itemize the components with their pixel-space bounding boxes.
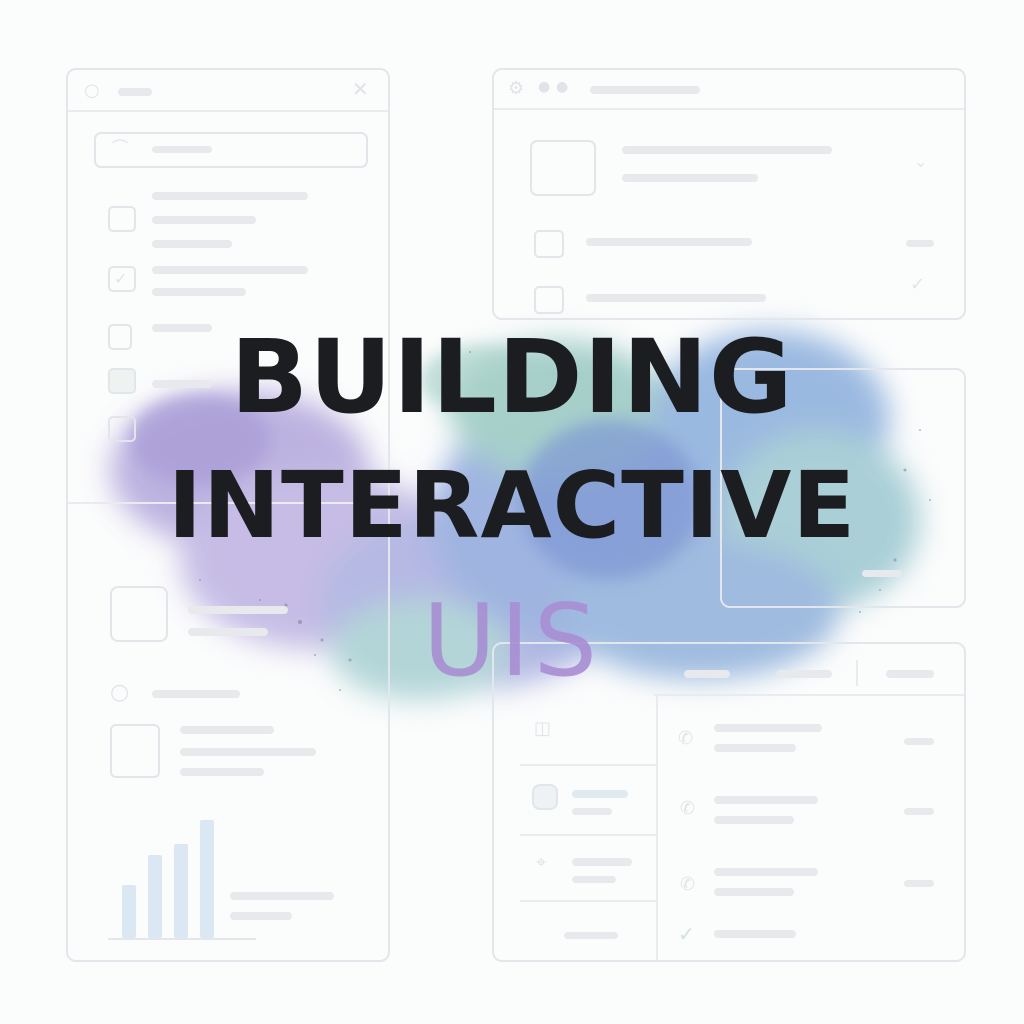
- list-item: [152, 192, 308, 200]
- phone-icon[interactable]: ✆: [680, 876, 695, 894]
- chart-bar: [174, 844, 188, 938]
- check-icon: ✓: [114, 269, 128, 288]
- list-item: [152, 216, 256, 224]
- list-item: [586, 238, 752, 246]
- gear-icon[interactable]: ⚙: [508, 80, 524, 98]
- dot-icon: ●: [556, 79, 569, 95]
- chart-bar: [200, 820, 214, 938]
- list-item: [572, 876, 616, 883]
- close-icon[interactable]: ✕: [352, 79, 369, 99]
- avatar-icon: [532, 784, 558, 810]
- bar-chart: [108, 810, 268, 940]
- list-item: [152, 288, 246, 296]
- title-line-1: BUILDING: [230, 318, 794, 437]
- title-line-3: UIS: [422, 582, 602, 699]
- phone-icon[interactable]: ✆: [680, 800, 695, 818]
- divider: [520, 834, 656, 836]
- checkbox-icon[interactable]: ✓: [108, 266, 136, 292]
- list-item: [622, 146, 832, 154]
- list-item: [714, 796, 818, 804]
- chart-bar: [148, 855, 162, 938]
- list-item: [904, 880, 934, 887]
- chart-bar: [122, 885, 136, 938]
- list-item: [862, 570, 902, 577]
- checkbox-icon[interactable]: [534, 286, 564, 314]
- edit-icon[interactable]: ◫: [534, 720, 551, 738]
- check-icon: ✓: [678, 922, 695, 946]
- list-item: [714, 888, 794, 896]
- divider: [656, 694, 658, 960]
- list-item: [180, 726, 274, 734]
- list-item: [714, 930, 796, 938]
- title-line-2: INTERACTIVE: [167, 452, 857, 559]
- chevron-down-icon[interactable]: ⌄: [914, 154, 927, 170]
- list-item: [714, 868, 818, 876]
- divider: [520, 764, 656, 766]
- list-item: [152, 266, 308, 274]
- search-placeholder: [152, 146, 212, 153]
- list-item: [586, 294, 766, 302]
- map-pin-icon: ⌖: [536, 852, 547, 873]
- window-title-bar: [118, 88, 152, 96]
- chart-legend-line: [230, 912, 292, 920]
- list-item: [572, 808, 612, 815]
- list-item: [714, 744, 796, 752]
- list-item: [572, 790, 628, 798]
- dot-icon: ●: [538, 79, 551, 95]
- search-icon: ⌒: [112, 138, 129, 157]
- list-item: [572, 858, 632, 866]
- list-item: [904, 738, 934, 745]
- divider: [520, 900, 656, 902]
- divider: [494, 108, 964, 110]
- list-item: [714, 724, 822, 732]
- divider: [68, 110, 388, 112]
- list-item: [180, 768, 264, 776]
- search-input[interactable]: ⌒: [94, 132, 368, 168]
- chart-baseline: [108, 938, 256, 940]
- list-item: [564, 932, 618, 939]
- list-item: [180, 748, 316, 756]
- checkbox-icon[interactable]: [534, 230, 564, 258]
- list-item: [714, 816, 794, 824]
- right-top-window: ⚙ ● ● ⌄ ✓: [492, 68, 966, 320]
- circle-icon[interactable]: ○: [84, 82, 100, 100]
- phone-icon[interactable]: ✆: [678, 730, 693, 748]
- chart-legend-line: [230, 892, 334, 900]
- list-item: [622, 174, 758, 182]
- list-item: [906, 240, 934, 247]
- checkbox-icon[interactable]: [108, 206, 136, 232]
- avatar-icon: [110, 724, 160, 778]
- check-icon: ✓: [910, 274, 926, 295]
- list-item: [904, 808, 934, 815]
- image-placeholder: [530, 140, 596, 196]
- window-title-bar: [590, 86, 700, 94]
- list-item: [152, 240, 232, 248]
